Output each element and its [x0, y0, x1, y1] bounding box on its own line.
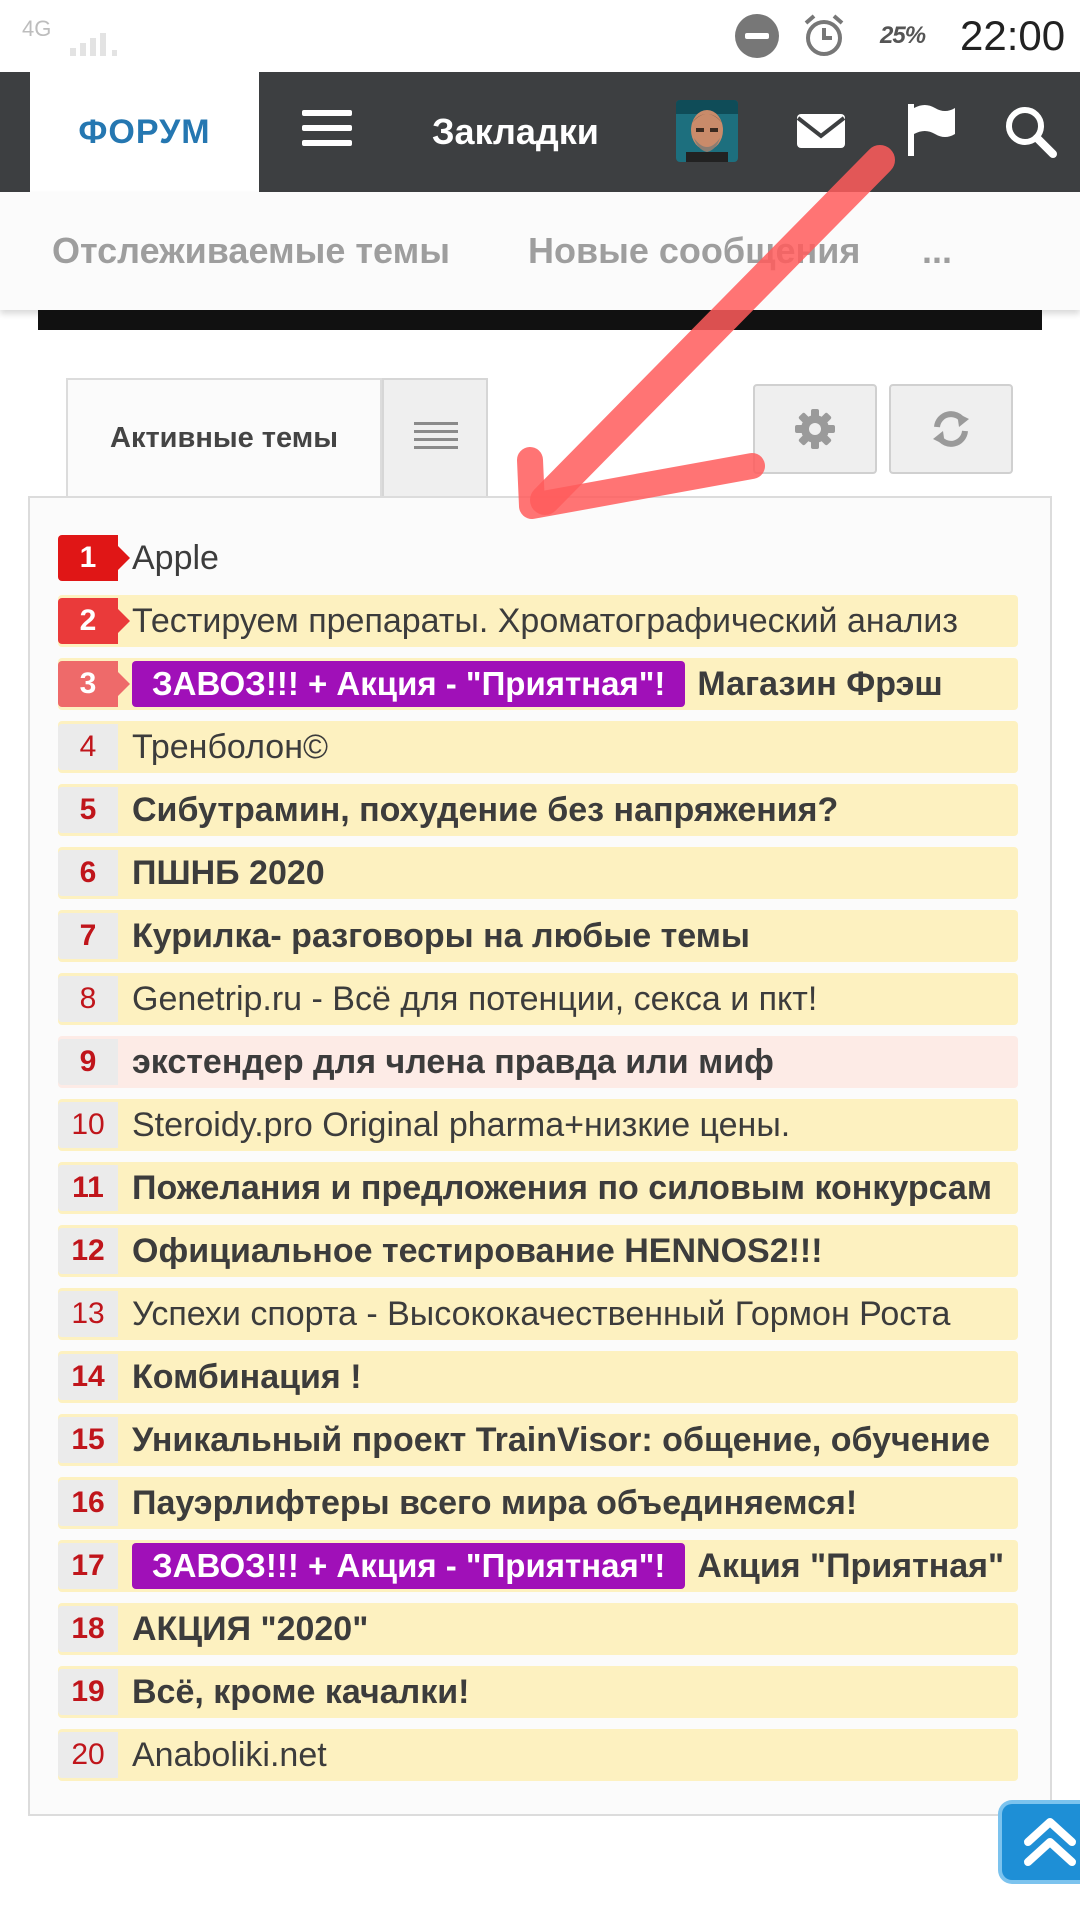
topic-title[interactable]: Steroidy.pro Original pharma+низкие цены…	[132, 1106, 1018, 1145]
top-navigation: ФОРУМ Закладки	[0, 72, 1080, 192]
topic-title[interactable]: ПШНБ 2020	[132, 854, 1018, 893]
topic-rank: 2	[58, 598, 130, 644]
topic-row[interactable]: 7 Курилка- разговоры на любые темы	[58, 910, 1018, 962]
list-icon[interactable]	[382, 378, 488, 496]
topic-title[interactable]: Тренболон©	[132, 728, 1018, 767]
topic-title[interactable]: Genetrip.ru - Всё для потенции, секса и …	[132, 980, 1018, 1019]
topic-title[interactable]: Уникальный проект TrainVisor: общение, о…	[132, 1421, 1018, 1460]
topic-row[interactable]: 15 Уникальный проект TrainVisor: общение,…	[58, 1414, 1018, 1466]
topic-row[interactable]: 18 АКЦИЯ "2020"	[58, 1603, 1018, 1655]
topic-rank: 20	[58, 1732, 118, 1778]
forum-tab[interactable]: ФОРУМ	[30, 72, 259, 192]
topic-rank: 11	[58, 1165, 118, 1211]
topic-title[interactable]: Пожелания и предложения по силовым конку…	[132, 1169, 1018, 1208]
topic-rank: 18	[58, 1606, 118, 1652]
topic-title[interactable]: Успехи спорта - Высококачественный Гормо…	[132, 1295, 1018, 1334]
menu-icon[interactable]	[302, 110, 356, 150]
refresh-button[interactable]	[889, 384, 1013, 474]
topic-rank: 14	[58, 1354, 118, 1400]
flag-icon[interactable]	[905, 102, 957, 158]
topic-rank: 9	[58, 1039, 118, 1085]
topic-title[interactable]: Официальное тестирование HENNOS2!!!	[132, 1232, 1018, 1271]
gear-icon	[795, 409, 835, 449]
topic-rank: 5	[58, 787, 118, 833]
topic-row[interactable]: 11 Пожелания и предложения по силовым кон…	[58, 1162, 1018, 1214]
sub-navigation: Отслеживаемые темы Новые сообщения ...	[0, 192, 1080, 310]
topic-row[interactable]: 8 Genetrip.ru - Всё для потенции, секса и…	[58, 973, 1018, 1025]
topic-title[interactable]: Пауэрлифтеры всего мира объединяемся!	[132, 1484, 1018, 1523]
topic-rank: 16	[58, 1480, 118, 1526]
topic-rank: 6	[58, 850, 118, 896]
watched-threads-link[interactable]: Отслеживаемые темы	[52, 192, 450, 310]
bookmarks-link[interactable]: Закладки	[432, 72, 599, 192]
topic-rank: 12	[58, 1228, 118, 1274]
topic-row[interactable]: 12 Официальное тестирование HENNOS2!!!	[58, 1225, 1018, 1277]
topic-title[interactable]: экстендер для члена правда или миф	[132, 1043, 1018, 1082]
topic-row[interactable]: 19 Всё, кроме качалки!	[58, 1666, 1018, 1718]
topic-row[interactable]: 14 Комбинация !	[58, 1351, 1018, 1403]
topic-rank: 4	[58, 724, 118, 770]
battery-level: 25%	[880, 22, 926, 49]
topic-prefix-tag[interactable]: ЗАВОЗ!!! + Акция - "Приятная"!	[132, 1543, 686, 1589]
topic-title[interactable]: Акция "Приятная"	[697, 1547, 1018, 1586]
topic-title[interactable]: Тестируем препараты. Хроматографический …	[132, 602, 1018, 641]
topic-rank: 7	[58, 913, 118, 959]
topic-row[interactable]: 16 Пауэрлифтеры всего мира объединяемся!	[58, 1477, 1018, 1529]
clock: 22:00	[960, 12, 1066, 59]
topic-row[interactable]: 20 Anaboliki.net	[58, 1729, 1018, 1781]
topic-title[interactable]: Apple	[132, 539, 1018, 578]
topic-row[interactable]: 5 Сибутрамин, похудение без напряжения?	[58, 784, 1018, 836]
topic-row[interactable]: 6 ПШНБ 2020	[58, 847, 1018, 899]
topic-title[interactable]: Комбинация !	[132, 1358, 1018, 1397]
scroll-to-top-button[interactable]	[1002, 1804, 1080, 1880]
network-type: 4G	[22, 16, 52, 41]
topic-row[interactable]: 3 ЗАВОЗ!!! + Акция - "Приятная"! Магазин Ф…	[58, 658, 1018, 710]
mail-icon[interactable]	[796, 110, 846, 150]
topic-rank: 13	[58, 1291, 118, 1337]
topic-rank: 15	[58, 1417, 118, 1463]
alarm-icon	[804, 14, 844, 56]
topic-row[interactable]: 4 Тренболон©	[58, 721, 1018, 773]
topic-rank: 1	[58, 535, 130, 581]
avatar[interactable]	[676, 100, 738, 162]
topic-rank: 3	[58, 661, 130, 707]
topic-rank: 19	[58, 1669, 118, 1715]
tab-active-topics[interactable]: Активные темы	[66, 378, 382, 496]
topic-row[interactable]: 9 экстендер для члена правда или миф	[58, 1036, 1018, 1088]
topic-title[interactable]: Сибутрамин, похудение без напряжения?	[132, 791, 1018, 830]
topic-prefix-tag[interactable]: ЗАВОЗ!!! + Акция - "Приятная"!	[132, 661, 686, 707]
do-not-disturb-icon	[735, 14, 779, 58]
topic-row[interactable]: 17 ЗАВОЗ!!! + Акция - "Приятная"! Акция "П…	[58, 1540, 1018, 1592]
topic-title[interactable]: Курилка- разговоры на любые темы	[132, 917, 1018, 956]
search-icon[interactable]	[1003, 104, 1057, 158]
topic-rank: 8	[58, 976, 118, 1022]
topic-title[interactable]: Всё, кроме качалки!	[132, 1673, 1018, 1712]
topic-title[interactable]: Anaboliki.net	[132, 1736, 1018, 1775]
refresh-icon	[933, 411, 969, 447]
more-link[interactable]: ...	[922, 192, 952, 310]
topic-row[interactable]: 2 Тестируем препараты. Хроматографический…	[58, 595, 1018, 647]
topic-rank: 10	[58, 1102, 118, 1148]
topic-title[interactable]: АКЦИЯ "2020"	[132, 1610, 1018, 1649]
topic-row[interactable]: 1 Apple	[58, 532, 1018, 584]
settings-button[interactable]	[753, 384, 877, 474]
double-chevron-up-icon	[1024, 1818, 1076, 1866]
signal-icon	[70, 30, 120, 56]
new-posts-link[interactable]: Новые сообщения	[528, 192, 860, 310]
banner-image	[38, 310, 1042, 330]
topic-row[interactable]: 10 Steroidy.pro Original pharma+низкие це…	[58, 1099, 1018, 1151]
topic-title[interactable]: Магазин Фрэш	[697, 665, 1018, 704]
status-bar: 4G 25% 22:00	[0, 0, 1080, 72]
topic-rank: 17	[58, 1543, 118, 1589]
topic-row[interactable]: 13 Успехи спорта - Высококачественный Гор…	[58, 1288, 1018, 1340]
